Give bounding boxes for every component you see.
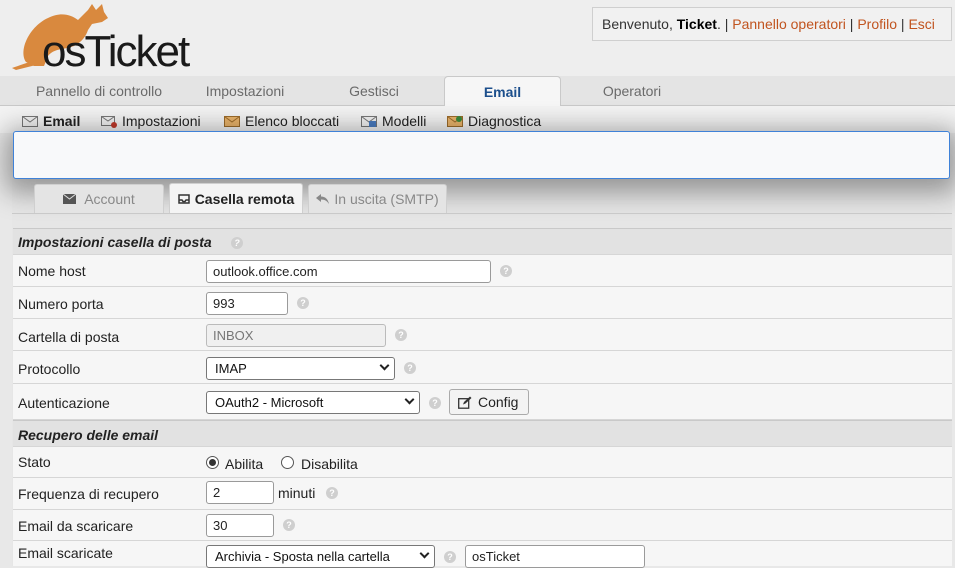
user-bar: Benvenuto, Ticket. | Pannello operatori …: [592, 7, 952, 41]
overlay-input-bar[interactable]: [13, 131, 950, 179]
protocol-label: Protocollo: [18, 361, 81, 377]
tab-label: Account: [84, 191, 135, 207]
section-header-mailbox: Impostazioni casella di posta ?: [13, 228, 952, 255]
section-title: Impostazioni casella di posta: [18, 234, 212, 250]
subnav-item-settings[interactable]: Impostazioni: [101, 112, 201, 130]
section-header-fetch: Recupero delle email: [13, 420, 952, 447]
tab-outgoing-smtp[interactable]: In uscita (SMTP): [308, 184, 447, 213]
protocol-select[interactable]: IMAP: [206, 357, 395, 380]
envelope-icon: [63, 194, 77, 204]
hostname-input[interactable]: outlook.office.com: [206, 260, 491, 283]
chevron-down-icon: [419, 548, 430, 559]
subnav-item-diagnostic[interactable]: Diagnostica: [447, 112, 541, 130]
subnav-item-email[interactable]: Email: [22, 112, 80, 130]
inbox-icon: [177, 194, 190, 204]
row-hostname: Nome host outlook.office.com ?: [13, 255, 952, 287]
tab-manage[interactable]: Gestisci: [318, 76, 430, 106]
auth-label: Autenticazione: [18, 395, 110, 411]
row-folder: Cartella di posta INBOX ?: [13, 319, 952, 351]
row-port: Numero porta 993 ?: [13, 287, 952, 319]
header: osTicket Benvenuto, Ticket. | Pannello o…: [0, 0, 955, 76]
tab-email[interactable]: Email: [444, 76, 561, 107]
row-auth: Autenticazione OAuth2 - Microsoft ? Conf…: [13, 384, 952, 420]
row-fetch-count: Email da scaricare 30 ?: [13, 510, 952, 541]
help-icon[interactable]: ?: [283, 519, 295, 531]
sub-nav: Email Impostazioni Elenco bloccati Model…: [0, 106, 955, 133]
help-icon[interactable]: ?: [297, 297, 309, 309]
status-label: Stato: [18, 454, 51, 470]
folder-label: Cartella di posta: [18, 329, 120, 345]
help-icon[interactable]: ?: [444, 551, 456, 563]
disable-radio[interactable]: [281, 456, 294, 469]
frequency-label: Frequenza di recupero: [18, 486, 159, 502]
frequency-input[interactable]: 2: [206, 481, 274, 504]
row-protocol: Protocollo IMAP ?: [13, 351, 952, 384]
staff-panel-link[interactable]: Pannello operatori: [732, 16, 846, 32]
tab-settings[interactable]: Impostazioni: [188, 76, 302, 106]
profile-link[interactable]: Profilo: [857, 16, 897, 32]
welcome-text: Benvenuto,: [602, 16, 677, 32]
main-nav: Pannello di controllo Impostazioni Gesti…: [0, 76, 955, 107]
auth-select[interactable]: OAuth2 - Microsoft: [206, 391, 420, 414]
chevron-down-icon: [379, 360, 390, 371]
hostname-label: Nome host: [18, 263, 86, 279]
subnav-item-blocked[interactable]: Elenco bloccati: [224, 112, 339, 130]
tab-agents[interactable]: Operatori: [576, 76, 688, 106]
row-frequency: Frequenza di recupero 2 minuti ?: [13, 478, 952, 510]
help-icon[interactable]: ?: [395, 329, 407, 341]
tab-account[interactable]: Account: [34, 184, 164, 213]
auth-value: OAuth2 - Microsoft: [215, 395, 324, 410]
subnav-item-label: Modelli: [382, 113, 427, 129]
mail-blocked-icon: [224, 115, 240, 128]
port-label: Numero porta: [18, 296, 104, 312]
archive-folder-input[interactable]: osTicket: [465, 545, 645, 568]
enable-radio[interactable]: [206, 456, 219, 469]
disable-label: Disabilita: [301, 456, 358, 472]
svg-text:osTicket: osTicket: [42, 27, 190, 74]
logout-link[interactable]: Esci: [908, 16, 934, 32]
tab-remote-mailbox[interactable]: Casella remota: [169, 183, 303, 214]
row-status: Stato Abilita Disabilita: [13, 447, 952, 478]
edit-icon: [458, 396, 472, 409]
fetched-action-select[interactable]: Archivia - Sposta nella cartella: [206, 545, 435, 568]
mail-templates-icon: [361, 115, 377, 128]
chevron-down-icon: [404, 394, 415, 405]
help-icon[interactable]: ?: [500, 265, 512, 277]
help-icon[interactable]: ?: [326, 487, 338, 499]
tab-label: Casella remota: [194, 191, 295, 207]
envelope-icon: [22, 115, 38, 128]
username: Ticket: [676, 16, 717, 32]
frequency-unit: minuti: [278, 485, 316, 501]
osticket-logo[interactable]: osTicket: [8, 0, 213, 76]
mail-diagnostic-icon: [447, 115, 463, 128]
fetch-count-input[interactable]: 30: [206, 514, 274, 537]
folder-input[interactable]: INBOX: [206, 324, 386, 347]
subnav-item-templates[interactable]: Modelli: [361, 112, 426, 130]
tab-label: In uscita (SMTP): [334, 191, 439, 207]
help-icon[interactable]: ?: [231, 237, 243, 249]
subnav-item-label: Email: [43, 113, 81, 129]
fetch-count-label: Email da scaricare: [18, 518, 134, 534]
tab-dashboard[interactable]: Pannello di controllo: [14, 76, 184, 106]
fetched-email-label: Email scaricate: [18, 545, 113, 561]
fetched-action-value: Archivia - Sposta nella cartella: [215, 549, 390, 564]
subnav-item-label: Elenco bloccati: [245, 113, 340, 129]
enable-label: Abilita: [225, 456, 264, 472]
config-button[interactable]: Config: [449, 389, 529, 415]
section-title: Recupero delle email: [18, 427, 159, 443]
reply-icon: [316, 194, 330, 204]
row-fetched-email: Email scaricate Archivia - Sposta nella …: [13, 541, 952, 568]
help-icon[interactable]: ?: [404, 362, 416, 374]
tab-divider: [12, 213, 952, 214]
subnav-item-label: Impostazioni: [122, 113, 201, 129]
mail-settings-icon: [101, 115, 117, 128]
config-button-label: Config: [478, 394, 519, 410]
help-icon[interactable]: ?: [429, 397, 441, 409]
subnav-item-label: Diagnostica: [468, 113, 542, 129]
port-input[interactable]: 993: [206, 292, 288, 315]
protocol-value: IMAP: [215, 361, 247, 376]
